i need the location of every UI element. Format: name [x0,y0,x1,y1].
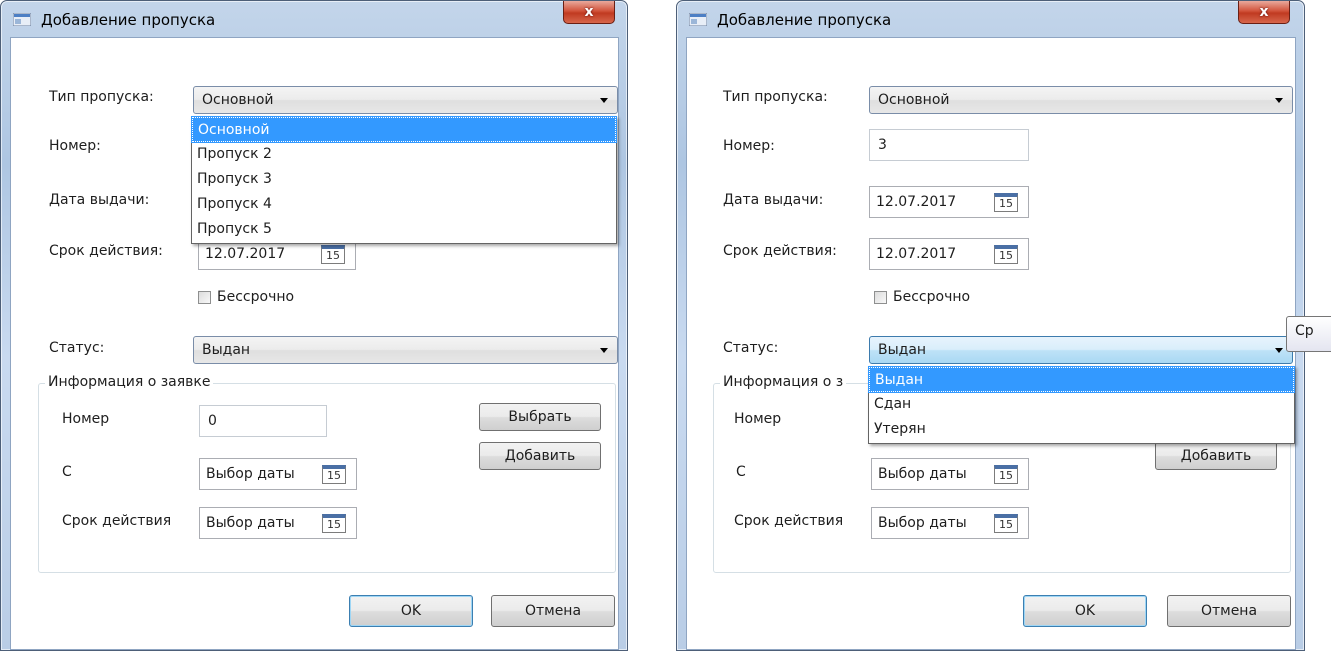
pass-type-value: Основной [878,92,950,108]
calendar-icon[interactable]: 15 [322,514,346,533]
app-window-icon [689,13,707,26]
tooltip: Ср [1286,316,1331,352]
window-title: Добавление пропуска [41,11,216,29]
pass-type-option[interactable]: Основной [191,116,617,143]
pass-type-dropdown[interactable]: Основной [869,86,1293,114]
request-validity-date-picker[interactable]: Выбор даты 15 [199,507,357,539]
close-icon: x [1259,4,1269,20]
request-from-placeholder: Выбор даты [878,466,967,482]
status-dropdown[interactable]: Выдан [869,336,1293,364]
chevron-down-icon [1275,348,1283,353]
validity-date-value: 12.07.2017 [205,246,286,262]
issue-date-label: Дата выдачи: [49,192,150,208]
ok-button[interactable]: OK [349,595,473,627]
pass-type-options-list: Основной Пропуск 2 Пропуск 3 Пропуск 4 П… [191,116,617,244]
request-number-value: 0 [208,413,217,429]
chevron-down-icon [600,348,608,353]
title-bar[interactable]: Добавление пропуска x [677,1,1304,29]
status-dropdown[interactable]: Выдан [193,336,618,364]
request-validity-label: Срок действия [62,513,172,529]
status-option[interactable]: Выдан [868,366,1295,393]
request-from-label: С [736,464,746,480]
request-number-label: Номер [62,411,110,427]
pass-type-option[interactable]: Пропуск 3 [192,167,616,192]
cancel-button[interactable]: Отмена [491,595,615,627]
unlimited-label[interactable]: Бессрочно [217,289,294,305]
request-from-placeholder: Выбор даты [206,466,295,482]
pass-type-dropdown[interactable]: Основной [193,86,618,114]
status-option[interactable]: Утерян [869,417,1294,442]
pass-type-label: Тип пропуска: [723,89,828,105]
issue-date-value: 12.07.2017 [876,194,957,210]
calendar-icon[interactable]: 15 [994,514,1018,533]
add-button[interactable]: Добавить [479,442,601,470]
validity-label: Срок действия: [723,243,837,259]
status-label: Статус: [723,340,779,356]
number-label: Номер: [49,138,101,154]
pass-type-option[interactable]: Пропуск 5 [192,217,616,242]
ok-button[interactable]: OK [1023,595,1147,627]
request-validity-placeholder: Выбор даты [878,515,967,531]
dialog-client-area: Тип пропуска: Основной Номер: 3 Дата выд… [686,37,1296,650]
status-option[interactable]: Сдан [869,392,1294,417]
request-number-label: Номер [734,411,782,427]
status-label: Статус: [49,340,105,356]
select-button[interactable]: Выбрать [479,403,601,431]
validity-label: Срок действия: [49,243,163,259]
status-value: Выдан [202,342,251,358]
close-button[interactable]: x [563,1,615,24]
pass-type-option[interactable]: Пропуск 2 [192,142,616,167]
request-validity-date-picker[interactable]: Выбор даты 15 [871,507,1029,539]
calendar-icon[interactable]: 15 [994,193,1018,212]
validity-date-value: 12.07.2017 [876,246,957,262]
status-options-list: Выдан Сдан Утерян [868,366,1295,444]
add-button[interactable]: Добавить [1155,442,1277,470]
request-info-title: Информация о заявке [45,374,214,390]
close-icon: x [584,4,594,20]
calendar-icon[interactable]: 15 [994,245,1018,264]
validity-date-picker[interactable]: 12.07.2017 15 [869,238,1029,270]
tooltip-text: Ср [1295,323,1314,339]
pass-type-label: Тип пропуска: [49,89,154,105]
request-validity-label: Срок действия [734,513,844,529]
request-number-input[interactable]: 0 [199,405,327,437]
dialog-window-right: Добавление пропуска x Тип пропуска: Осно… [676,0,1305,651]
issue-date-picker[interactable]: 12.07.2017 15 [869,186,1029,218]
pass-type-value: Основной [202,92,274,108]
request-from-label: С [62,464,72,480]
pass-type-option[interactable]: Пропуск 4 [192,192,616,217]
calendar-icon[interactable]: 15 [321,245,345,264]
title-bar[interactable]: Добавление пропуска x [1,1,627,29]
window-title: Добавление пропуска [717,11,892,29]
unlimited-checkbox[interactable] [198,291,211,304]
number-label: Номер: [723,138,775,154]
request-from-date-picker[interactable]: Выбор даты 15 [871,458,1029,490]
status-value: Выдан [878,342,927,358]
close-button[interactable]: x [1238,1,1290,24]
issue-date-label: Дата выдачи: [723,192,824,208]
request-info-title: Информация о з [720,374,847,390]
dialog-window-left: Добавление пропуска x Тип пропуска: Осно… [0,0,628,651]
unlimited-label[interactable]: Бессрочно [893,289,970,305]
chevron-down-icon [600,98,608,103]
app-window-icon [13,13,31,26]
number-value: 3 [878,137,887,153]
request-from-date-picker[interactable]: Выбор даты 15 [199,458,357,490]
cancel-button[interactable]: Отмена [1167,595,1291,627]
calendar-icon[interactable]: 15 [994,465,1018,484]
calendar-icon[interactable]: 15 [322,465,346,484]
unlimited-checkbox[interactable] [874,291,887,304]
request-validity-placeholder: Выбор даты [206,515,295,531]
number-input[interactable]: 3 [869,129,1029,161]
chevron-down-icon [1275,98,1283,103]
